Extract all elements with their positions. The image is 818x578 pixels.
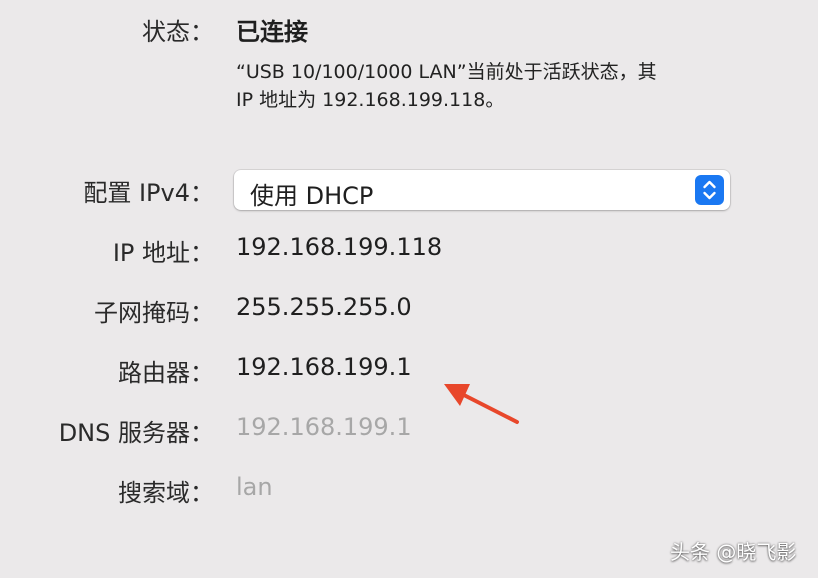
search-domain-label: 搜索域： (118, 479, 214, 507)
up-down-chevron-icon[interactable] (695, 175, 724, 205)
router-value: 192.168.199.1 (236, 353, 412, 381)
status-description-line-1: “USB 10/100/1000 LAN”当前处于活跃状态，其 (236, 61, 657, 83)
ip-address-value: 192.168.199.118 (236, 233, 443, 261)
search-domain-value: lan (236, 473, 273, 501)
ip-address-label: IP 地址： (112, 239, 214, 267)
ipv4-config-label: 配置 IPv4： (83, 179, 214, 207)
watermark: 头条 @晓飞影 (670, 540, 797, 564)
status-description: “USB 10/100/1000 LAN”当前处于活跃状态，其 IP 地址为 1… (236, 58, 756, 114)
dns-server-value: 192.168.199.1 (236, 413, 412, 441)
router-label: 路由器： (118, 359, 214, 387)
ipv4-config-selected: 使用 DHCP (250, 182, 374, 210)
ipv4-config-popup[interactable]: 使用 DHCP (234, 170, 730, 210)
subnet-mask-label: 子网掩码： (94, 299, 214, 327)
status-description-line-2: IP 地址为 192.168.199.118。 (236, 89, 505, 111)
red-arrow-annotation (444, 384, 519, 424)
subnet-mask-value: 255.255.255.0 (236, 293, 412, 321)
status-label: 状态： (142, 18, 214, 46)
dns-server-label: DNS 服务器： (58, 419, 214, 447)
status-value: 已连接 (236, 18, 308, 46)
